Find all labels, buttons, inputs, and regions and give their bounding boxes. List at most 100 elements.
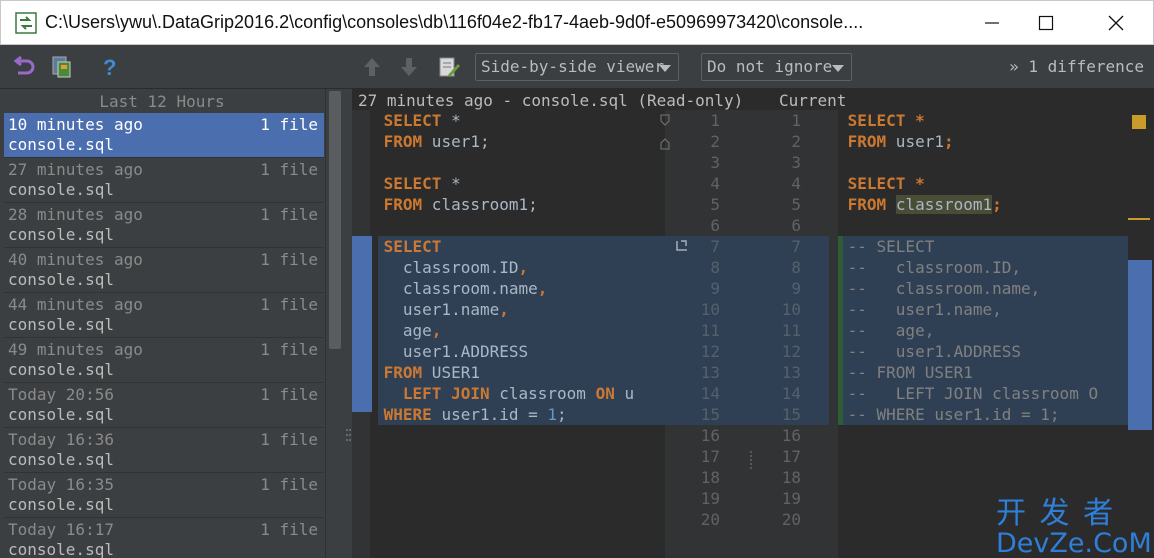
revision-item[interactable]: 28 minutes ago 1 file console.sql — [4, 203, 324, 248]
patch-icon — [52, 56, 71, 78]
code-line: -- user1.name, — [838, 300, 1002, 319]
revision-file-name: console.sql — [8, 450, 114, 469]
next-difference-button[interactable] — [397, 55, 421, 79]
revision-file-count: 1 file — [260, 520, 318, 539]
line-number: 4 — [791, 174, 801, 193]
create-patch-button[interactable] — [50, 55, 74, 79]
line-number: 9 — [791, 279, 801, 298]
sidebar-scrollbar[interactable] — [325, 89, 344, 558]
left-change-markers — [352, 110, 372, 558]
line-number: 10 — [781, 300, 801, 319]
revision-file-name: console.sql — [8, 135, 114, 154]
revision-time: 27 minutes ago — [8, 160, 143, 179]
left-pane-header: 27 minutes ago - console.sql (Read-only) — [358, 91, 744, 110]
revision-file-name: console.sql — [8, 225, 114, 244]
right-change-markers — [829, 110, 838, 558]
history-sidebar: Last 12 Hours 10 minutes ago 1 file cons… — [0, 89, 344, 558]
revision-file-count: 1 file — [260, 205, 318, 224]
line-number: 16 — [700, 426, 720, 445]
viewer-mode-value: Side-by-side viewer — [481, 57, 665, 76]
ignore-mode-value: Do not ignore — [707, 57, 833, 76]
revision-file-count: 1 file — [260, 430, 318, 449]
line-number: 18 — [700, 468, 720, 487]
close-button[interactable] — [1087, 1, 1145, 45]
sidebar-scrollbar-thumb[interactable] — [329, 91, 341, 349]
change-range-stripe[interactable] — [1128, 260, 1152, 430]
line-number: 15 — [700, 405, 720, 424]
line-number: 8 — [710, 258, 720, 277]
line-number: 6 — [710, 216, 720, 235]
code-line: LEFT JOIN classroom ON u — [402, 384, 635, 403]
revision-list: 10 minutes ago 1 file console.sql 27 min… — [4, 113, 324, 558]
revision-file-count: 1 file — [260, 250, 318, 269]
code-line: WHERE user1.id = 1; — [383, 405, 567, 424]
code-line: user1.ADDRESS — [374, 342, 529, 361]
line-number: 5 — [791, 195, 801, 214]
code-line: SELECT * — [383, 174, 461, 193]
line-number: 11 — [781, 321, 801, 340]
revision-item[interactable]: Today 16:36 1 file console.sql — [4, 428, 324, 473]
code-line: FROM USER1 — [383, 363, 480, 382]
revision-item[interactable]: 27 minutes ago 1 file console.sql — [4, 158, 324, 203]
code-line: classroom.name, — [374, 279, 548, 298]
change-stripe-marker[interactable] — [1128, 218, 1150, 220]
revision-file-count: 1 file — [260, 115, 318, 134]
inspection-status-icon[interactable] — [1132, 115, 1146, 129]
code-line: FROM user1; — [847, 132, 954, 151]
window-title: C:\Users\ywu\.DataGrip2016.2\config\cons… — [45, 12, 864, 32]
line-number: 12 — [700, 342, 720, 361]
line-number: 4 — [710, 174, 720, 193]
revision-item[interactable]: 40 minutes ago 1 file console.sql — [4, 248, 324, 293]
line-number: 13 — [781, 363, 801, 382]
revision-file-name: console.sql — [8, 360, 114, 379]
edit-source-button[interactable] — [437, 55, 461, 79]
code-line: SELECT — [383, 237, 442, 256]
line-number: 11 — [700, 321, 720, 340]
line-number: 19 — [700, 489, 720, 508]
panel-splitter[interactable] — [344, 89, 352, 558]
line-number: 13 — [700, 363, 720, 382]
left-change-marker — [352, 236, 372, 412]
revision-item[interactable]: 10 minutes ago 1 file console.sql — [4, 113, 324, 158]
code-line: classroom.ID, — [374, 258, 529, 277]
code-line: age, — [374, 321, 442, 340]
line-number: 7 — [710, 237, 720, 256]
error-stripe[interactable] — [1128, 110, 1154, 558]
maximize-button[interactable] — [1017, 1, 1075, 45]
right-editor[interactable]: SELECT * FROM user1; SELECT * FROM class… — [838, 110, 1128, 558]
revision-item[interactable]: Today 16:17 1 file console.sql — [4, 518, 324, 558]
chevron-down-icon — [659, 65, 671, 72]
line-number: 7 — [791, 237, 801, 256]
left-editor[interactable]: SELECT * FROM user1; SELECT * FROM class… — [374, 110, 665, 558]
line-number: 17 — [700, 447, 720, 466]
diff-toolbar: ? Side-by-side viewer Do not ignore » 1 … — [0, 45, 1154, 89]
revision-item[interactable]: 49 minutes ago 1 file console.sql — [4, 338, 324, 383]
revision-file-name: console.sql — [8, 540, 114, 558]
line-number: 6 — [791, 216, 801, 235]
revision-time: Today 16:17 — [8, 520, 114, 539]
minimize-button[interactable] — [963, 1, 1021, 45]
code-line: -- classroom.name, — [838, 279, 1041, 298]
revision-file-name: console.sql — [8, 270, 114, 289]
revision-file-count: 1 file — [260, 385, 318, 404]
revert-button[interactable] — [12, 55, 36, 79]
revision-item[interactable]: 44 minutes ago 1 file console.sql — [4, 293, 324, 338]
viewer-mode-select[interactable]: Side-by-side viewer — [475, 53, 679, 81]
diff-divider-gutter: 1 2 3 4 5 6 7 8 9 10 11 12 13 14 15 16 17 18 19 20 12345678… — [660, 110, 838, 558]
line-number: 19 — [781, 489, 801, 508]
arrow-up-icon — [364, 58, 380, 76]
revision-item[interactable]: Today 20:56 1 file console.sql — [4, 383, 324, 428]
svg-text:?: ? — [103, 55, 116, 79]
previous-difference-button[interactable] — [360, 55, 384, 79]
ignore-whitespace-select[interactable]: Do not ignore — [701, 53, 852, 81]
code-line: FROM classroom1; — [383, 195, 538, 214]
revision-item[interactable]: Today 16:35 1 file console.sql — [4, 473, 324, 518]
code-line: FROM user1; — [383, 132, 490, 151]
revision-file-name: console.sql — [8, 315, 114, 334]
revision-time: Today 20:56 — [8, 385, 114, 404]
line-number: 1 — [791, 111, 801, 130]
comment-change-stripe — [838, 236, 843, 425]
help-button[interactable]: ? — [97, 55, 121, 79]
revision-file-count: 1 file — [260, 295, 318, 314]
line-number: 2 — [710, 132, 720, 151]
